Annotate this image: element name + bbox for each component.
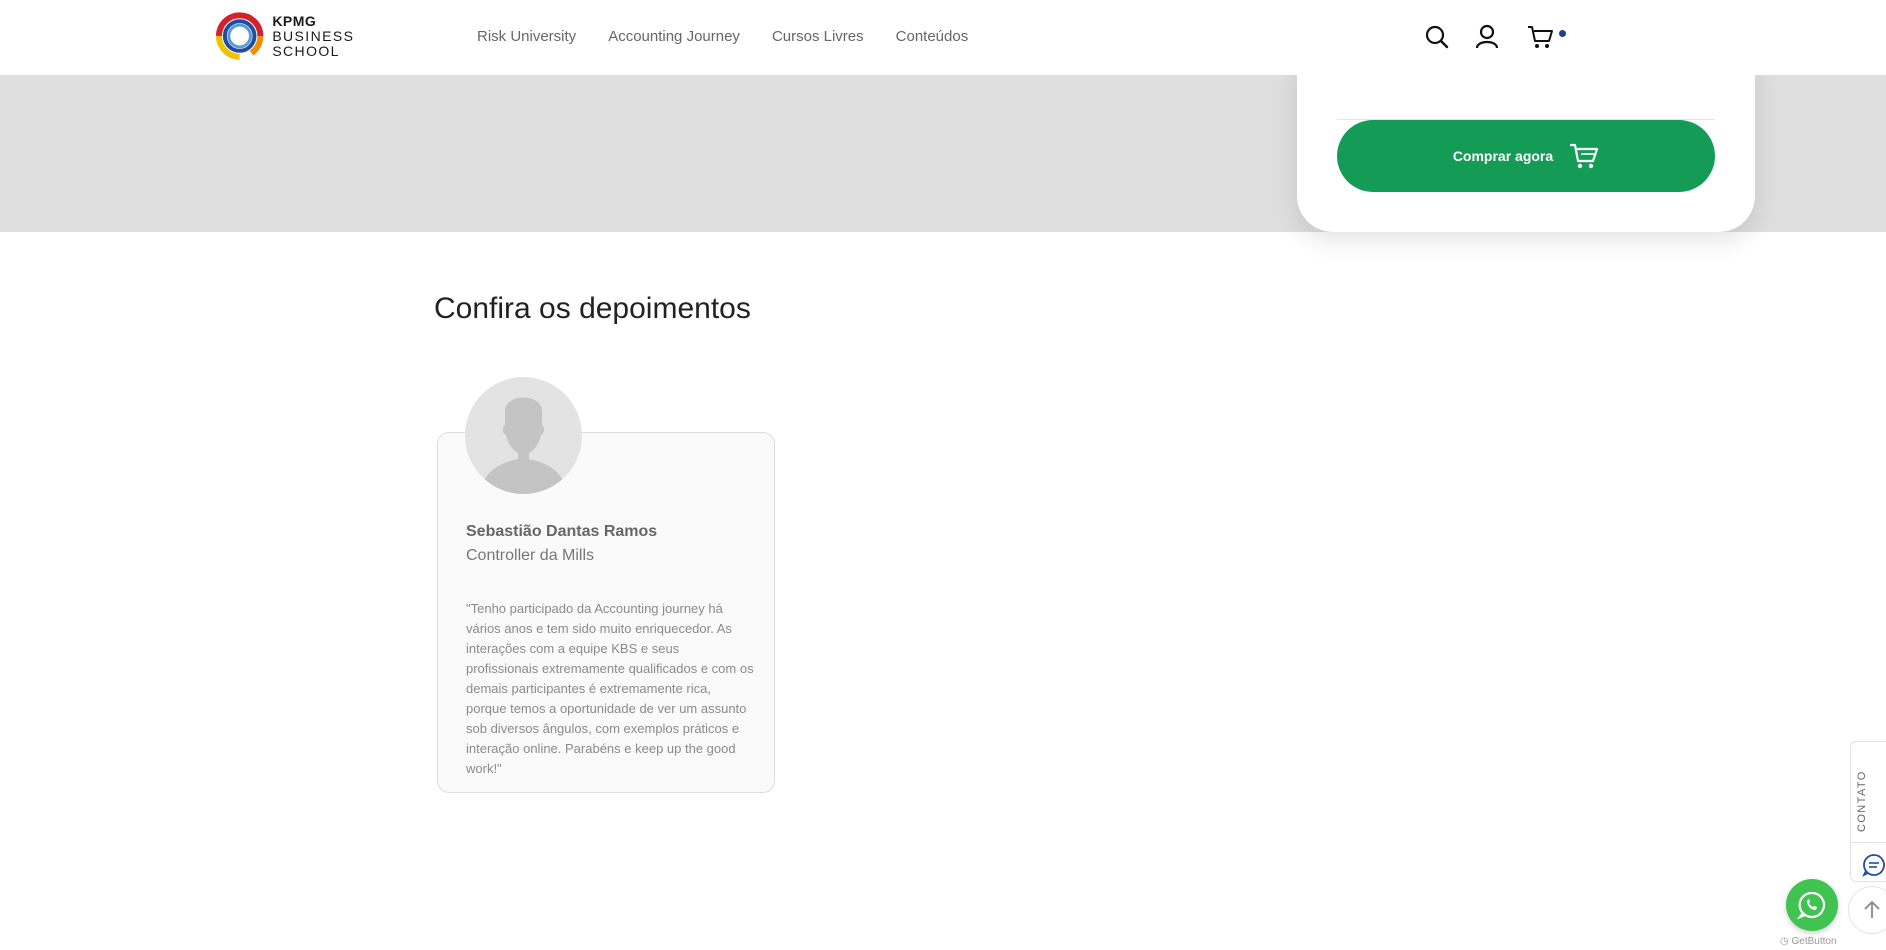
- whatsapp-button[interactable]: [1786, 879, 1838, 931]
- testimonial-card: Sebastião Dantas Ramos Controller da Mil…: [437, 432, 775, 793]
- testimonials-title: Confira os depoimentos: [434, 292, 751, 325]
- cart-icon[interactable]: [1527, 24, 1555, 50]
- whatsapp-icon: [1797, 891, 1826, 920]
- getbutton-label: GetButton: [1791, 936, 1837, 947]
- getbutton-credit[interactable]: ◷ GetButton: [1780, 936, 1837, 947]
- site-header: KPMG BUSINESS SCHOOL Risk University Acc…: [0, 0, 1886, 75]
- contato-divider: [1851, 842, 1886, 843]
- cart-badge-dot: [1559, 30, 1566, 37]
- arrow-up-icon: [1864, 900, 1880, 918]
- logo-line2: BUSINESS SCHOOL: [272, 27, 355, 59]
- cart-icon: [1570, 143, 1599, 169]
- main-nav: Risk University Accounting Journey Curso…: [477, 28, 968, 45]
- contato-label: CONTATO: [1856, 770, 1868, 832]
- nav-cursos-livres[interactable]: Cursos Livres: [772, 28, 864, 45]
- nav-conteudos[interactable]: Conteúdos: [896, 28, 969, 45]
- nav-accounting-journey[interactable]: Accounting Journey: [608, 28, 740, 45]
- avatar: [465, 377, 582, 494]
- kpmg-logo[interactable]: KPMG BUSINESS SCHOOL: [215, 10, 425, 62]
- kpmg-logo-mark-icon: [215, 12, 264, 60]
- contato-tab[interactable]: CONTATO: [1850, 741, 1886, 882]
- nav-risk-university[interactable]: Risk University: [477, 28, 576, 45]
- search-icon[interactable]: [1424, 24, 1450, 50]
- buy-now-button[interactable]: Comprar agora: [1337, 120, 1715, 192]
- testimonial-quote: "Tenho participado da Accounting journey…: [466, 601, 754, 776]
- testimonial-role: Controller da Mills: [466, 547, 595, 564]
- logo-line1: KPMG: [272, 12, 317, 29]
- buy-now-label: Comprar agora: [1452, 148, 1554, 164]
- chat-bubble-icon[interactable]: [1862, 853, 1886, 877]
- scroll-to-top-button[interactable]: [1848, 886, 1886, 934]
- user-icon[interactable]: [1474, 24, 1500, 50]
- purchase-card: Comprar agora: [1297, 60, 1755, 232]
- testimonial-name: Sebastião Dantas Ramos: [466, 523, 658, 540]
- user-silhouette-icon: [478, 397, 569, 494]
